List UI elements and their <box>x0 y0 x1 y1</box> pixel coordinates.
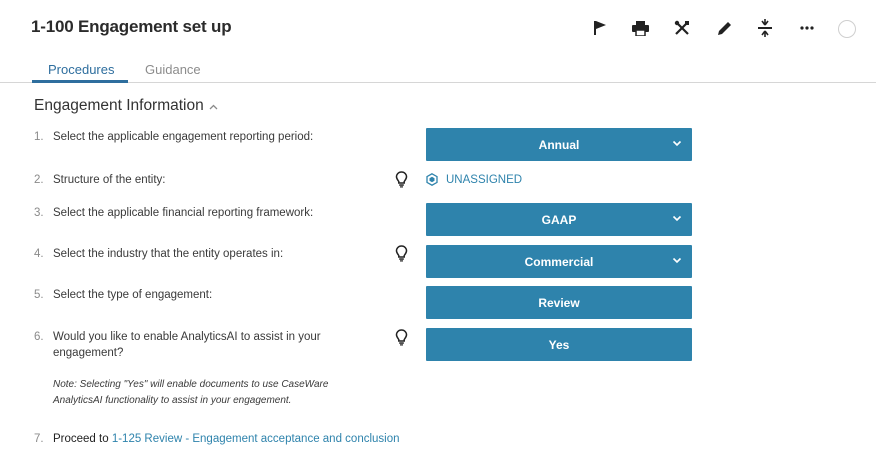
question-text-line1: Would you like to enable AnalyticsAI to … <box>53 331 321 343</box>
engagement-type-button[interactable]: Review <box>426 286 692 319</box>
toolbar <box>0 14 876 42</box>
proceed-prefix: Proceed to <box>53 433 109 445</box>
more-icon[interactable] <box>794 14 820 42</box>
chevron-down-icon <box>672 140 682 147</box>
lightbulb-icon[interactable] <box>395 171 408 188</box>
lightbulb-icon[interactable] <box>395 329 408 346</box>
dropdown-value: Commercial <box>524 254 594 269</box>
question-text: Select the applicable engagement reporti… <box>53 131 314 143</box>
entity-structure-link[interactable]: UNASSIGNED <box>426 173 522 186</box>
question-1: 1. Select the applicable engagement repor… <box>34 129 313 145</box>
lightbulb-icon[interactable] <box>395 245 408 262</box>
proceed-item: 7. Proceed to 1-125 Review - Engagement a… <box>34 433 400 445</box>
question-text: Select the industry that the entity oper… <box>53 248 284 260</box>
question-4: 4. Select the industry that the entity op… <box>34 246 283 262</box>
reporting-framework-dropdown[interactable]: GAAP <box>426 203 692 236</box>
industry-dropdown[interactable]: Commercial <box>426 245 692 278</box>
flag-icon[interactable] <box>587 14 613 42</box>
question-number: 2. <box>34 174 44 186</box>
question-number: 1. <box>34 131 44 143</box>
note-line1: Note: Selecting "Yes" will enable docume… <box>53 379 329 390</box>
question-text: Select the type of engagement: <box>53 289 213 301</box>
question-6: 6. Would you like to enable AnalyticsAI t… <box>34 329 321 361</box>
question-text: Select the applicable financial reportin… <box>53 207 314 219</box>
reporting-period-dropdown[interactable]: Annual <box>426 128 692 161</box>
status-circle-icon[interactable] <box>838 20 856 38</box>
section-title: Engagement Information <box>34 97 204 114</box>
question-number: 4. <box>34 248 44 260</box>
unassigned-label: UNASSIGNED <box>446 173 523 186</box>
question-number: 6. <box>34 331 44 343</box>
question-3: 3. Select the applicable financial report… <box>34 205 313 221</box>
print-icon[interactable] <box>627 14 653 42</box>
analytics-ai-button[interactable]: Yes <box>426 328 692 361</box>
chevron-up-icon <box>209 104 218 110</box>
dropdown-value: Annual <box>538 137 580 152</box>
dropdown-value: GAAP <box>541 212 577 227</box>
tab-procedures[interactable]: Procedures <box>48 62 114 77</box>
active-tab-indicator <box>32 80 128 83</box>
question-number: 3. <box>34 207 44 219</box>
chevron-down-icon <box>672 257 682 264</box>
button-value: Review <box>538 295 580 310</box>
chevron-down-icon <box>672 215 682 222</box>
tab-guidance[interactable]: Guidance <box>145 62 201 77</box>
hexagon-icon <box>426 173 438 186</box>
pencil-icon[interactable] <box>711 14 737 42</box>
analytics-note: Note: Selecting "Yes" will enable docume… <box>53 377 353 409</box>
note-line2: AnalyticsAI functionality to assist in y… <box>53 395 292 406</box>
question-text-line2: engagement? <box>53 347 124 359</box>
question-text: Structure of the entity: <box>53 174 166 186</box>
question-5: 5. Select the type of engagement: <box>34 287 212 303</box>
collapse-icon[interactable] <box>752 14 778 42</box>
button-value: Yes <box>548 337 570 352</box>
question-text-block: Would you like to enable AnalyticsAI to … <box>53 329 321 361</box>
question-number: 7. <box>34 433 44 445</box>
tab-bar: Procedures Guidance <box>0 56 876 83</box>
proceed-link[interactable]: 1-125 Review - Engagement acceptance and… <box>112 433 400 445</box>
question-number: 5. <box>34 289 44 301</box>
question-2: 2. Structure of the entity: <box>34 172 166 188</box>
tools-icon[interactable] <box>669 14 695 42</box>
section-header[interactable]: Engagement Information <box>34 97 218 115</box>
